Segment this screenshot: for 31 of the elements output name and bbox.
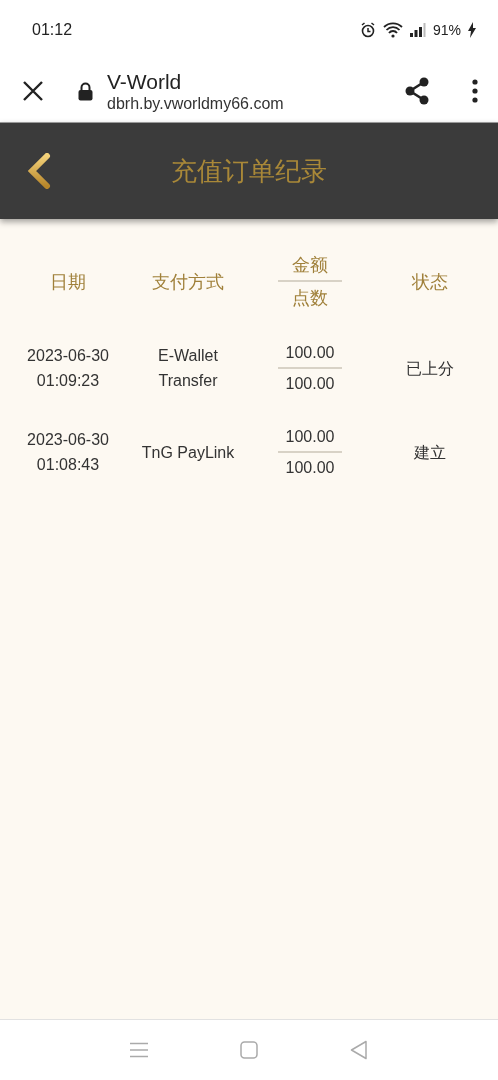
- page-title: V-World: [107, 68, 183, 94]
- column-header: 支付方式: [151, 270, 225, 294]
- back-button[interactable]: [26, 153, 52, 189]
- payment-method-cell-text: TnG PayLink: [140, 442, 236, 463]
- amount-cell: 100.00: [278, 340, 342, 369]
- column-header: 点数: [291, 287, 329, 310]
- wifi-icon: [382, 22, 403, 38]
- points-cell-text: 100.00: [284, 458, 336, 478]
- payment-method-cell-text: E-Wallet Transfer: [157, 346, 219, 391]
- points-cell-text: 100.00: [284, 374, 336, 394]
- share-button[interactable]: [404, 77, 430, 105]
- column-header: 状态: [411, 270, 449, 294]
- column-header: 金额: [278, 253, 342, 282]
- time-cell-text: 01:09:23: [36, 371, 100, 391]
- close-button[interactable]: [22, 80, 44, 102]
- battery-level: 91%: [432, 22, 461, 38]
- status-cell-text: 已上分: [405, 358, 455, 379]
- lock-icon: [78, 81, 93, 101]
- amount-cell: 100.00: [278, 424, 342, 453]
- date-cell-text: 2023-06-30: [27, 430, 109, 450]
- signal-icon: [409, 23, 426, 37]
- menu-button[interactable]: [472, 79, 478, 103]
- time-cell-text: 01:08:43: [36, 455, 100, 475]
- date-cell-text: 2023-06-30: [27, 346, 109, 366]
- column-header: 日期: [49, 270, 87, 294]
- page-url: dbrh.by.vworldmy66.com: [107, 93, 285, 114]
- clock-time: 01:12: [32, 21, 73, 39]
- alarm-icon: [359, 22, 376, 38]
- page-heading: 充值订单纪录: [171, 154, 327, 188]
- status-cell-text: 建立: [413, 442, 447, 463]
- charging-icon: [468, 22, 476, 38]
